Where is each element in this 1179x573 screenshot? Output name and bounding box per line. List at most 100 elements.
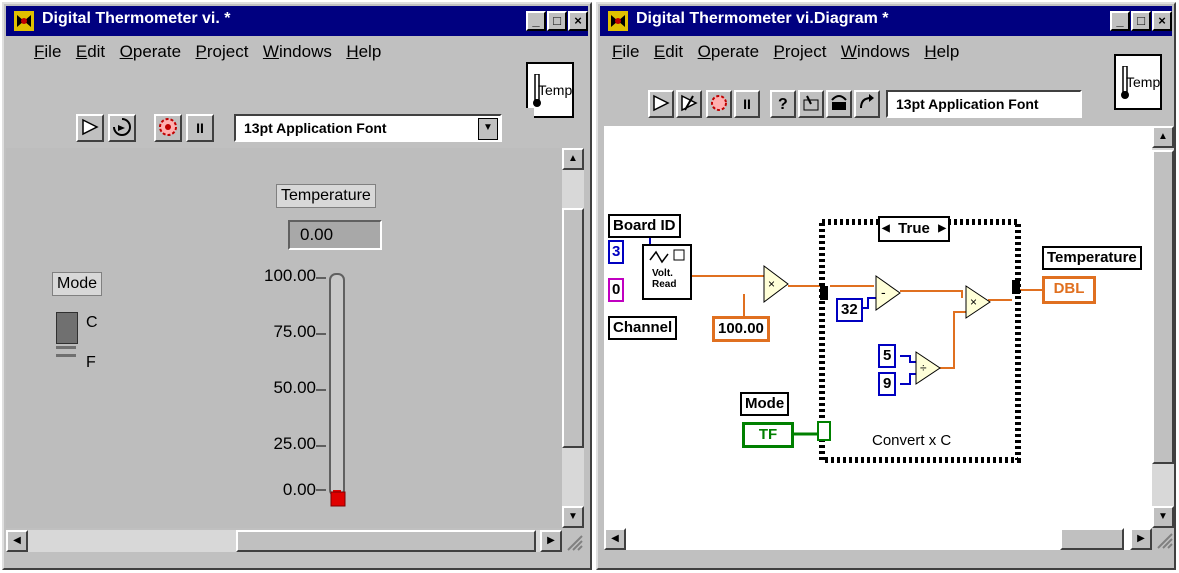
resize-grip-icon[interactable] bbox=[562, 530, 584, 552]
scroll-up-icon[interactable]: ▲ bbox=[562, 148, 584, 170]
horizontal-scrollbar[interactable]: ◀ ▶ bbox=[6, 530, 562, 552]
scroll-thumb[interactable] bbox=[1152, 150, 1174, 464]
menu-project[interactable]: Project bbox=[196, 42, 249, 62]
board-id-constant[interactable]: 3 bbox=[608, 240, 624, 264]
pause-icon[interactable]: II bbox=[186, 114, 214, 142]
volt-read-subvi[interactable]: Volt. Read bbox=[642, 244, 692, 300]
scale-tick: 0.00 bbox=[282, 480, 316, 499]
case-selector[interactable]: ◀ True ▶ bbox=[878, 216, 950, 242]
menu-bar: File Edit Operate Project Windows Help bbox=[34, 42, 391, 72]
resize-grip-icon[interactable] bbox=[1152, 528, 1174, 550]
menu-file[interactable]: File bbox=[612, 42, 639, 62]
increment-arrow-icon[interactable]: ▶ bbox=[938, 218, 946, 240]
case-caption: Convert x C bbox=[872, 432, 952, 449]
case-selector-value: True bbox=[898, 220, 930, 237]
front-panel-window: Digital Thermometer vi. * _ □ × File Edi… bbox=[2, 2, 592, 570]
temperature-terminal[interactable]: DBL bbox=[1042, 276, 1096, 304]
thermometer-indicator bbox=[316, 273, 346, 507]
scale-constant[interactable]: 100.00 bbox=[712, 316, 770, 342]
minimize-button[interactable]: _ bbox=[526, 11, 546, 31]
step-out-icon[interactable] bbox=[854, 90, 880, 118]
scroll-right-icon[interactable]: ▶ bbox=[1130, 528, 1152, 550]
toolbar: II 13pt Application Font ▼ bbox=[6, 108, 534, 146]
channel-label: Channel bbox=[608, 316, 678, 340]
window-title: Digital Thermometer vi.Diagram * bbox=[636, 10, 889, 27]
font-select[interactable]: 13pt Application Font bbox=[886, 90, 1082, 118]
step-over-icon[interactable] bbox=[826, 90, 852, 118]
pause-icon[interactable]: II bbox=[734, 90, 760, 118]
menu-edit[interactable]: Edit bbox=[76, 42, 105, 62]
waveform-icon bbox=[649, 249, 685, 264]
menu-windows[interactable]: Windows bbox=[841, 42, 910, 62]
toolbar: II ? 13pt Application Font bbox=[600, 84, 1112, 122]
window-title: Digital Thermometer vi. * bbox=[42, 10, 231, 27]
close-button[interactable]: × bbox=[568, 11, 588, 31]
menu-operate[interactable]: Operate bbox=[120, 42, 181, 62]
run-arrow-icon[interactable] bbox=[76, 114, 104, 142]
labview-app-icon bbox=[608, 11, 628, 31]
menu-help[interactable]: Help bbox=[924, 42, 959, 62]
channel-constant[interactable]: 0 bbox=[608, 278, 624, 302]
vertical-scrollbar[interactable]: ▲ ▼ bbox=[1152, 126, 1174, 528]
menu-file[interactable]: File bbox=[34, 42, 61, 62]
front-panel-title-bar[interactable]: Digital Thermometer vi. * _ □ × bbox=[6, 6, 588, 36]
svg-text:×: × bbox=[970, 295, 977, 309]
step-into-icon[interactable] bbox=[798, 90, 824, 118]
scroll-left-icon[interactable]: ◀ bbox=[6, 530, 28, 552]
scroll-thumb[interactable] bbox=[562, 208, 584, 448]
maximize-button[interactable]: □ bbox=[1131, 11, 1151, 31]
broken-run-icon[interactable] bbox=[676, 90, 702, 118]
scroll-down-icon[interactable]: ▼ bbox=[1152, 506, 1174, 528]
block-diagram-title-bar[interactable]: Digital Thermometer vi.Diagram * _ □ × bbox=[600, 6, 1172, 36]
switch-thumb[interactable] bbox=[56, 312, 78, 344]
decrement-arrow-icon[interactable]: ◀ bbox=[882, 218, 890, 240]
board-id-label: Board ID bbox=[608, 214, 681, 238]
abort-icon[interactable] bbox=[706, 90, 732, 118]
vertical-scrollbar[interactable]: ▲ ▼ bbox=[562, 148, 584, 528]
horizontal-scrollbar[interactable]: ◀ ▶ bbox=[604, 528, 1152, 550]
menu-project[interactable]: Project bbox=[774, 42, 827, 62]
vi-icon-label: Temp bbox=[538, 82, 573, 98]
font-select-value: 13pt Application Font bbox=[244, 120, 387, 136]
vi-icon-label: Temp bbox=[1126, 74, 1161, 90]
scroll-right-icon[interactable]: ▶ bbox=[540, 530, 562, 552]
mode-option-c: C bbox=[86, 314, 98, 331]
help-icon[interactable]: ? bbox=[770, 90, 796, 118]
labview-app-icon bbox=[14, 11, 34, 31]
ratio-numerator-constant[interactable]: 5 bbox=[878, 344, 897, 368]
scroll-thumb[interactable] bbox=[236, 530, 536, 552]
block-diagram-window: Digital Thermometer vi.Diagram * _ □ × F… bbox=[596, 2, 1176, 570]
scroll-down-icon[interactable]: ▼ bbox=[562, 506, 584, 528]
scroll-left-icon[interactable]: ◀ bbox=[604, 528, 626, 550]
minimize-button[interactable]: _ bbox=[1110, 11, 1130, 31]
temperature-digital-display: 0.00 bbox=[288, 220, 382, 250]
svg-text:×: × bbox=[768, 277, 775, 291]
menu-operate[interactable]: Operate bbox=[698, 42, 759, 62]
font-select[interactable]: 13pt Application Font ▼ bbox=[234, 114, 502, 142]
scroll-up-icon[interactable]: ▲ bbox=[1152, 126, 1174, 148]
mode-terminal[interactable]: TF bbox=[742, 422, 794, 448]
scroll-thumb[interactable] bbox=[1060, 528, 1124, 550]
run-continuously-icon[interactable] bbox=[108, 114, 136, 142]
svg-text:÷: ÷ bbox=[920, 361, 927, 375]
close-button[interactable]: × bbox=[1152, 11, 1172, 31]
scale-tick: 50.00 bbox=[273, 378, 316, 397]
mode-option-f: F bbox=[86, 354, 96, 371]
font-select-value: 13pt Application Font bbox=[896, 96, 1039, 112]
menu-help[interactable]: Help bbox=[346, 42, 381, 62]
ratio-denominator-constant[interactable]: 9 bbox=[878, 372, 897, 396]
mode-toggle-switch[interactable] bbox=[56, 312, 80, 364]
temperature-label: Temperature bbox=[1042, 246, 1142, 270]
offset-constant[interactable]: 32 bbox=[836, 298, 863, 322]
svg-text:?: ? bbox=[778, 96, 788, 113]
vi-icon: Temp bbox=[1114, 54, 1162, 110]
menu-edit[interactable]: Edit bbox=[654, 42, 683, 62]
block-diagram-canvas: × - ÷ × Board ID 3 0 Channel Volt. Read … bbox=[604, 126, 1152, 528]
wire-layer: × - ÷ × bbox=[644, 219, 1042, 463]
maximize-button[interactable]: □ bbox=[547, 11, 567, 31]
volt-read-label: Volt. Read bbox=[652, 268, 677, 290]
abort-icon[interactable] bbox=[154, 114, 182, 142]
run-arrow-icon[interactable] bbox=[648, 90, 674, 118]
chevron-down-icon[interactable]: ▼ bbox=[478, 118, 498, 140]
menu-windows[interactable]: Windows bbox=[263, 42, 332, 62]
